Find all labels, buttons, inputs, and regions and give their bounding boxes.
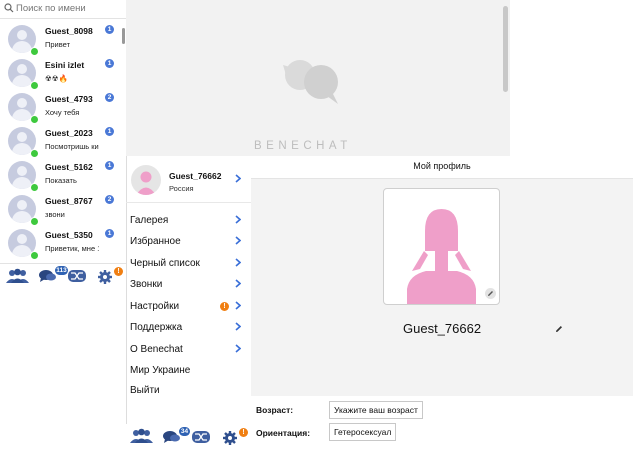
menu-item-label: О Benechat <box>130 344 183 355</box>
chevron-right-icon <box>235 322 241 331</box>
chevron-right-icon <box>235 215 241 224</box>
settings-icon[interactable] <box>98 270 112 284</box>
orientation-label: Ориентация: <box>256 428 311 438</box>
menu-item-favorites[interactable]: Избранное <box>126 232 250 252</box>
online-indicator <box>30 251 39 260</box>
menu-item-label: Выйти <box>130 385 160 396</box>
chevron-right-icon <box>235 258 241 267</box>
chat-name: Guest_47938 <box>45 94 93 104</box>
online-indicator <box>30 81 39 90</box>
profile-form <box>251 396 633 449</box>
profile-title: Мой профиль <box>413 161 471 171</box>
chat-list-scrollbar[interactable] <box>122 28 125 44</box>
chevron-right-icon <box>235 236 241 245</box>
age-label: Возраст: <box>256 405 294 415</box>
pencil-icon[interactable] <box>555 325 563 333</box>
chat-name: Guest_87678 <box>45 196 93 206</box>
chat-name: Guest_51624 <box>45 162 93 172</box>
settings-alert-badge: ! <box>239 428 248 437</box>
benechat-logo-icon <box>283 60 338 104</box>
shuffle-icon[interactable] <box>192 431 210 443</box>
menu-toolbar: 34 ! <box>126 424 251 449</box>
messages-count-badge: 113 <box>55 266 68 275</box>
menu-item-label: Настройки <box>130 301 180 312</box>
edit-photo-button[interactable] <box>485 288 496 299</box>
pencil-icon <box>488 291 493 296</box>
chat-item[interactable]: Guest_47938 Хочу тебя 2 <box>0 91 122 125</box>
brand-name: BENECHAT <box>254 140 352 152</box>
menu-item-gallery[interactable]: Галерея <box>126 211 250 231</box>
chat-preview: звони <box>45 210 65 219</box>
chat-item[interactable]: Guest_53507 Приветик, мне 1 1 <box>0 227 122 261</box>
chat-preview: Привет <box>45 40 71 49</box>
menu-item-label: Звонки <box>130 279 163 290</box>
female-avatar-icon <box>407 209 476 304</box>
chat-name: Guest_20230 <box>45 128 93 138</box>
menu-item-about[interactable]: О Benechat <box>126 340 250 360</box>
age-field[interactable]: Укажите ваш возраст <box>329 401 423 419</box>
search-icon <box>4 3 14 13</box>
menu-item-label: Черный список <box>130 258 200 269</box>
chat-preview: ☢☢🔥 <box>45 74 68 83</box>
online-indicator <box>30 47 39 56</box>
chat-item[interactable]: Guest_20230 Посмотришь кино 1 <box>0 125 122 159</box>
search-bar[interactable]: Поиск по имени <box>0 0 126 19</box>
unread-badge: 2 <box>105 195 114 204</box>
chevron-right-icon <box>235 344 241 353</box>
chat-name: Guest_53507 <box>45 230 93 240</box>
chat-item[interactable]: Guest_80984 Привет 1 <box>0 23 122 57</box>
shuffle-icon[interactable] <box>68 270 86 282</box>
menu-item-label: Поддержка <box>130 322 183 333</box>
orientation-field[interactable]: Гетеросексуал <box>329 423 397 441</box>
search-input[interactable]: Поиск по имени <box>16 3 86 14</box>
menu-item-settings[interactable]: Настройки ! <box>126 297 250 317</box>
chat-preview: Посмотришь кино <box>45 142 99 151</box>
profile-name: Guest_76662 <box>403 321 482 336</box>
menu-item-peace-ukraine[interactable]: Мир Украине <box>126 361 250 381</box>
chat-item[interactable]: Guest_87678 звони 2 <box>0 193 122 227</box>
left-toolbar: 113 ! <box>0 263 126 288</box>
online-indicator <box>30 149 39 158</box>
menu-profile-name: Guest_76662 <box>169 171 222 181</box>
chat-name: Guest_80984 <box>45 26 93 36</box>
messages-count-badge: 34 <box>179 427 190 436</box>
online-indicator <box>30 217 39 226</box>
chat-preview: Приветик, мне 1 <box>45 244 99 253</box>
menu-item-logout[interactable]: Выйти <box>126 381 250 401</box>
chevron-right-icon <box>235 301 241 310</box>
online-indicator <box>30 183 39 192</box>
settings-alert-badge: ! <box>114 267 123 276</box>
unread-badge: 1 <box>105 161 114 170</box>
menu-item-label: Избранное <box>130 236 181 247</box>
unread-badge: 1 <box>105 229 114 238</box>
chevron-right-icon <box>235 174 241 183</box>
menu-profile-country: Россия <box>169 184 194 193</box>
menu-item-label: Мир Украине <box>130 365 191 376</box>
profile-avatar <box>131 165 161 195</box>
profile-photo[interactable] <box>383 188 500 305</box>
chat-preview: Хочу тебя <box>45 108 80 117</box>
online-indicator <box>30 115 39 124</box>
chat-name: Esini izlet <box>45 60 85 70</box>
chevron-right-icon <box>235 279 241 288</box>
unread-badge: 1 <box>105 25 114 34</box>
menu-item-calls[interactable]: Звонки <box>126 275 250 295</box>
menu-item-blacklist[interactable]: Черный список <box>126 254 250 274</box>
settings-icon[interactable] <box>223 431 237 445</box>
chat-area-scrollbar[interactable] <box>503 6 508 92</box>
unread-badge: 2 <box>105 93 114 102</box>
menu-item-support[interactable]: Поддержка <box>126 318 250 338</box>
users-icon[interactable] <box>130 428 154 443</box>
chat-item[interactable]: Guest_51624 Показать 1 <box>0 159 122 193</box>
users-icon[interactable] <box>6 268 30 283</box>
chat-item[interactable]: Esini izlet ☢☢🔥 1 <box>0 57 122 91</box>
menu-item-label: Галерея <box>130 215 169 226</box>
settings-alert-badge: ! <box>220 302 229 311</box>
chat-preview: Показать <box>45 176 77 185</box>
unread-badge: 1 <box>105 127 114 136</box>
unread-badge: 1 <box>105 59 114 68</box>
